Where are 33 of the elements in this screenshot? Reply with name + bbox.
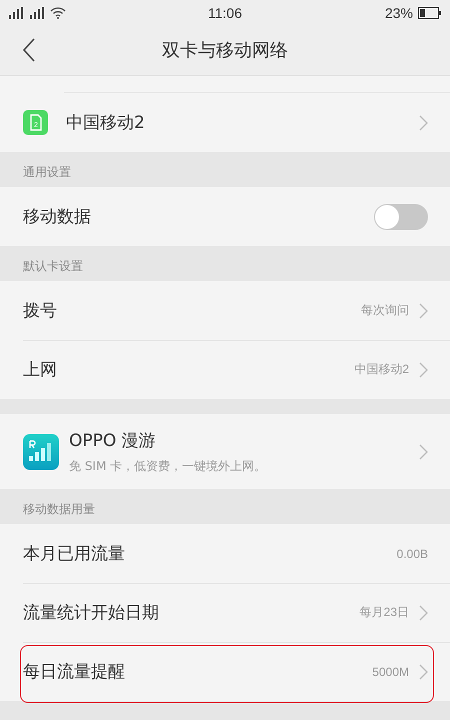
chevron-right-icon[interactable] xyxy=(419,302,428,318)
setting-value: 每次询问 xyxy=(361,302,409,319)
setting-label: 本月已用流量 xyxy=(23,543,126,565)
setting-label: OPPO 漫游 xyxy=(69,430,157,452)
battery-percent: 23% xyxy=(384,4,413,20)
chevron-right-icon[interactable] xyxy=(419,114,428,130)
chevron-right-icon[interactable] xyxy=(419,664,428,680)
wifi-icon xyxy=(50,6,66,18)
section-header: 通用设置 xyxy=(23,164,71,181)
back-icon[interactable] xyxy=(22,38,36,62)
setting-value: 0.00B xyxy=(396,546,428,560)
setting-label: 拨号 xyxy=(23,300,58,322)
toggle-switch[interactable] xyxy=(374,204,428,230)
chevron-right-icon[interactable] xyxy=(419,604,428,620)
setting-label: 中国移动2 xyxy=(66,112,146,134)
battery-icon xyxy=(418,6,442,18)
setting-value: 5000M xyxy=(372,664,409,678)
chevron-right-icon[interactable] xyxy=(419,444,428,460)
section-header: 移动数据用量 xyxy=(23,501,95,518)
signal-icon xyxy=(8,6,26,18)
setting-value: 中国移动2 xyxy=(354,361,409,378)
section-header: 默认卡设置 xyxy=(23,258,83,275)
chevron-right-icon[interactable] xyxy=(419,362,428,378)
signal-icon xyxy=(29,6,47,18)
setting-value: 每月23日 xyxy=(360,604,409,621)
status-time: 11:06 xyxy=(208,4,242,20)
setting-label: 每日流量提醒 xyxy=(23,661,126,683)
setting-label: 流量统计开始日期 xyxy=(23,602,160,624)
setting-label: 移动数据 xyxy=(23,206,92,228)
setting-label: 上网 xyxy=(23,359,58,381)
roaming-signal-icon xyxy=(23,434,59,470)
setting-description: 免 SIM 卡，低资费，一键境外上网。 xyxy=(69,458,268,474)
page-title: 双卡与移动网络 xyxy=(162,39,288,62)
